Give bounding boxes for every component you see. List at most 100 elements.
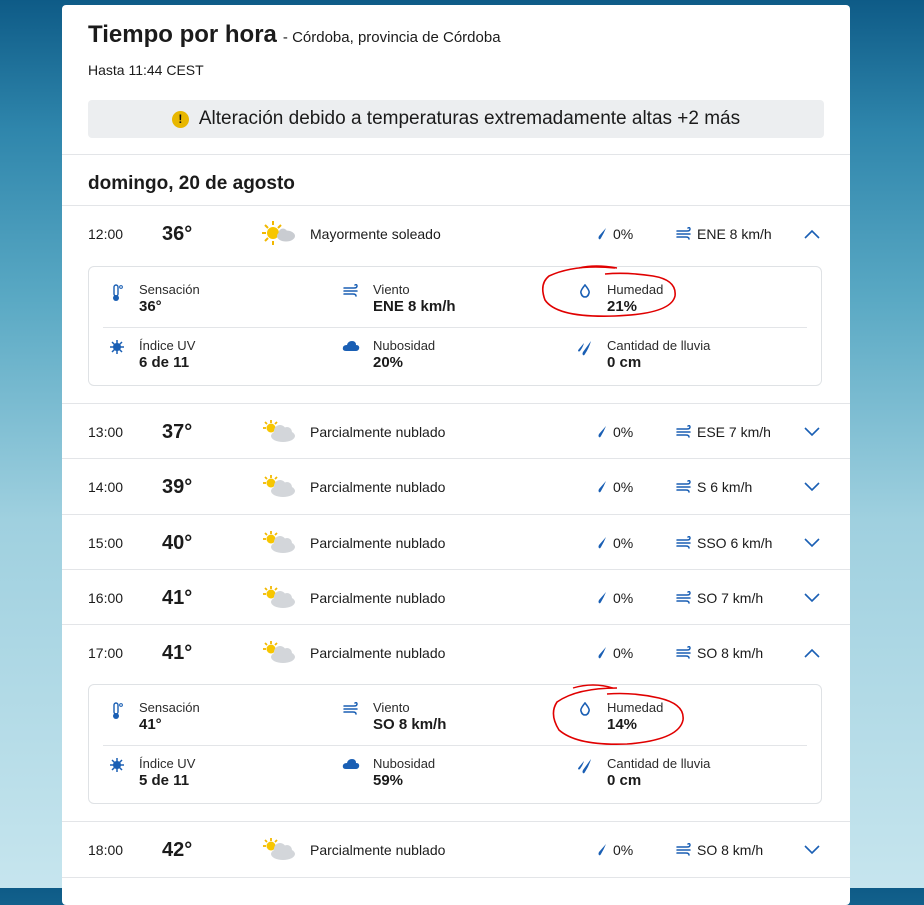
- partly-cloudy-icon: [262, 571, 296, 625]
- uv-label: Índice UV: [139, 338, 196, 353]
- hour-condition: Parcialmente nublado: [310, 590, 446, 606]
- hour-row-17[interactable]: 17:00 41° Parcialmente nublado 0% SO 8 k…: [62, 626, 850, 680]
- mostly-sunny-icon: [262, 207, 296, 261]
- rain-amount-label: Cantidad de lluvia: [607, 338, 711, 353]
- humidity-label: Humedad: [607, 282, 664, 297]
- chevron-up-icon[interactable]: [804, 207, 820, 261]
- wind-icon: [676, 425, 692, 439]
- hour-precip: 0%: [613, 842, 634, 858]
- humidity-label: Humedad: [607, 700, 664, 715]
- partly-cloudy-icon: [262, 626, 296, 680]
- wind-icon: [676, 843, 692, 857]
- hour-condition: Parcialmente nublado: [310, 424, 446, 440]
- hour-wind: SO 7 km/h: [697, 590, 764, 606]
- date-heading: domingo, 20 de agosto: [88, 173, 295, 194]
- hour-time: 12:00: [88, 226, 124, 242]
- hour-wind: SO 8 km/h: [697, 842, 764, 858]
- hour-details-17: Sensación 41° Viento SO 8 km/h Humedad 14% …: [88, 684, 822, 804]
- divider: [62, 877, 850, 878]
- hour-temp: 40°: [162, 531, 193, 554]
- divider: [62, 403, 850, 404]
- hour-row-18[interactable]: 18:00 42° Parcialmente nublado 0% SO 8 k…: [62, 823, 850, 877]
- chevron-down-icon[interactable]: [804, 460, 820, 514]
- alert-text: Alteración debido a temperaturas extrema…: [198, 108, 741, 129]
- wind-value: SO 8 km/h: [373, 716, 447, 733]
- hour-precip: 0%: [613, 479, 634, 495]
- weather-alert-banner[interactable]: ! Alteración debido a temperaturas extre…: [88, 100, 824, 138]
- hour-temp: 36°: [162, 222, 193, 245]
- hour-row-13[interactable]: 13:00 37° Parcialmente nublado 0% ESE 7 …: [62, 405, 850, 459]
- humidity-value: 21%: [607, 298, 638, 315]
- uv-value: 6 de 11: [139, 354, 190, 371]
- partly-cloudy-icon: [262, 460, 296, 514]
- hour-wind: SO 8 km/h: [697, 645, 764, 661]
- cloud-label: Nubosidad: [373, 338, 436, 353]
- divider: [62, 154, 850, 155]
- partly-cloudy-icon: [262, 516, 296, 570]
- hour-precip: 0%: [613, 424, 634, 440]
- hour-row-12[interactable]: 12:00 36° Mayormente soleado 0% ENE 8 km…: [62, 207, 850, 261]
- raindrop-icon: [598, 425, 608, 439]
- hour-time: 18:00: [88, 842, 124, 858]
- hour-time: 16:00: [88, 590, 124, 606]
- raindrop-icon: [598, 646, 608, 660]
- uv-value: 5 de 11: [139, 772, 190, 789]
- hour-condition: Parcialmente nublado: [310, 479, 446, 495]
- divider: [62, 569, 850, 570]
- chevron-up-icon[interactable]: [804, 626, 820, 680]
- partly-cloudy-icon: [262, 405, 296, 459]
- raindrop-icon: [598, 591, 608, 605]
- hour-condition: Parcialmente nublado: [310, 645, 446, 661]
- partly-cloudy-icon: [262, 823, 296, 877]
- cloud-value: 20%: [373, 354, 404, 371]
- rain-amount-icon: [575, 756, 595, 778]
- chevron-down-icon[interactable]: [804, 571, 820, 625]
- hour-row-14[interactable]: 14:00 39° Parcialmente nublado 0% S 6 km…: [62, 460, 850, 514]
- chevron-down-icon[interactable]: [804, 823, 820, 877]
- thermometer-icon: [107, 282, 127, 302]
- hour-temp: 41°: [162, 586, 193, 609]
- hour-condition: Parcialmente nublado: [310, 535, 446, 551]
- wind-icon: [341, 700, 361, 716]
- divider: [62, 624, 850, 625]
- hour-row-16[interactable]: 16:00 41° Parcialmente nublado 0% SO 7 k…: [62, 571, 850, 625]
- feels-like-value: 36°: [139, 298, 162, 315]
- chevron-down-icon[interactable]: [804, 405, 820, 459]
- divider: [103, 327, 807, 328]
- divider: [103, 745, 807, 746]
- hour-temp: 37°: [162, 420, 193, 443]
- wind-icon: [676, 591, 692, 605]
- wind-label: Viento: [373, 700, 410, 715]
- thermometer-icon: [107, 700, 127, 720]
- chevron-down-icon[interactable]: [804, 516, 820, 570]
- hour-time: 17:00: [88, 645, 124, 661]
- updated-until: Hasta 11:44 CEST: [88, 62, 204, 78]
- raindrop-icon: [598, 536, 608, 550]
- feels-like-label: Sensación: [139, 700, 200, 715]
- humidity-icon: [575, 700, 595, 716]
- hour-wind: ESE 7 km/h: [697, 424, 771, 440]
- hour-time: 14:00: [88, 479, 124, 495]
- cloud-value: 59%: [373, 772, 404, 789]
- hour-temp: 39°: [162, 475, 193, 498]
- hour-precip: 0%: [613, 226, 634, 242]
- raindrop-icon: [598, 480, 608, 494]
- hour-row-15[interactable]: 15:00 40° Parcialmente nublado 0% SSO 6 …: [62, 516, 850, 570]
- hour-precip: 0%: [613, 590, 634, 606]
- rain-amount-label: Cantidad de lluvia: [607, 756, 711, 771]
- hour-details-12: Sensación 36° Viento ENE 8 km/h Humedad 21%…: [88, 266, 822, 386]
- hourly-forecast-card: Tiempo por hora - Córdoba, provincia de …: [62, 5, 850, 905]
- header: Tiempo por hora - Córdoba, provincia de …: [88, 21, 828, 78]
- uv-sun-icon: [107, 338, 127, 354]
- hour-condition: Mayormente soleado: [310, 226, 441, 242]
- rain-amount-icon: [575, 338, 595, 360]
- uv-sun-icon: [107, 756, 127, 772]
- hour-condition: Parcialmente nublado: [310, 842, 446, 858]
- wind-icon: [676, 480, 692, 494]
- hour-precip: 0%: [613, 535, 634, 551]
- wind-icon: [676, 227, 692, 241]
- hour-time: 13:00: [88, 424, 124, 440]
- feels-like-value: 41°: [139, 716, 162, 733]
- divider: [62, 458, 850, 459]
- raindrop-icon: [598, 843, 608, 857]
